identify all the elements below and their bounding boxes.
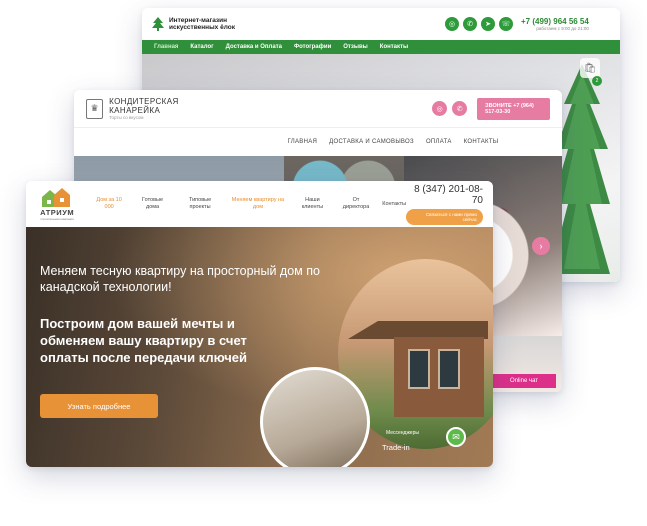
- tree-icon: [152, 17, 164, 31]
- cake-logo-icon[interactable]: ♛: [86, 98, 104, 119]
- atrium-nav-projects[interactable]: Типовые проекты: [179, 197, 221, 211]
- cake-nav: ГЛАВНАЯ ДОСТАВКА И САМОВЫВОЗ ОПЛАТА КОНТ…: [74, 128, 562, 156]
- trees-nav-home[interactable]: Главная: [154, 44, 178, 50]
- cake-nav-home[interactable]: ГЛАВНАЯ: [288, 139, 318, 145]
- instagram-icon[interactable]: ◎: [432, 101, 448, 116]
- atrium-logo[interactable]: АТРИУМ строительная компания: [36, 187, 78, 221]
- atrium-logo-sub: строительная компания: [40, 217, 74, 221]
- atrium-site-screenshot: АТРИУМ строительная компания Дом за 10 0…: [26, 181, 493, 467]
- tradein-label: Trade-in: [382, 443, 410, 452]
- atrium-nav-clients[interactable]: Наши клиенты: [295, 197, 330, 211]
- whatsapp-icon[interactable]: ✆: [452, 101, 468, 116]
- atrium-nav-director[interactable]: От директора: [340, 197, 372, 211]
- house-window: [408, 349, 430, 389]
- cake-header: ♛ КОНДИТЕРСКАЯ КАНАРЕЙКА Торты со вкусом…: [74, 90, 562, 128]
- online-chat-button[interactable]: Online чат: [492, 374, 556, 388]
- atrium-nav-exchange[interactable]: Меняем квартиру на дом: [231, 197, 285, 211]
- interior-photo: [260, 367, 370, 467]
- house-window: [438, 349, 460, 389]
- trees-hours: работаем с 9:00 до 21:00: [536, 26, 589, 31]
- trees-nav-catalog[interactable]: Каталог: [190, 44, 213, 50]
- atrium-nav-ready-houses[interactable]: Готовые дома: [136, 197, 169, 211]
- hero-subheadline: Построим дом вашей мечты и обменяем вашу…: [40, 316, 248, 365]
- cart-count-badge: 2: [592, 76, 602, 86]
- cake-subtitle: Торты со вкусом: [109, 115, 144, 120]
- call-button[interactable]: ЗВОНИТЕ +7 (964) 517-03-30: [477, 97, 550, 120]
- instagram-icon[interactable]: ◎: [445, 17, 459, 31]
- atrium-nav-contacts[interactable]: Контакты: [382, 201, 406, 208]
- messengers-label: Мессенджеры: [386, 430, 419, 436]
- cart-icon[interactable]: 🛍: [580, 58, 600, 78]
- learn-more-button[interactable]: Узнать подробнее: [40, 394, 158, 418]
- trees-nav: Главная Каталог Доставка и Оплата Фотогр…: [142, 40, 620, 54]
- cake-social: ◎ ✆: [432, 101, 468, 116]
- cake-nav-delivery[interactable]: ДОСТАВКА И САМОВЫВОЗ: [329, 139, 414, 145]
- atrium-nav-house-10000[interactable]: Дом за 10 000: [92, 197, 126, 211]
- cake-nav-payment[interactable]: ОПЛАТА: [426, 139, 452, 145]
- atrium-nav: Дом за 10 000 Готовые дома Типовые проек…: [92, 197, 406, 211]
- atrium-phone[interactable]: 8 (347) 201-08-70: [406, 184, 483, 206]
- whatsapp-icon[interactable]: ✆: [463, 17, 477, 31]
- viber-icon[interactable]: ☏: [499, 17, 513, 31]
- trees-logo[interactable]: Интернет-магазин искусственных ёлок: [152, 17, 249, 31]
- trees-nav-reviews[interactable]: Отзывы: [343, 44, 368, 50]
- atrium-contact: 8 (347) 201-08-70 Связаться с нами прямо…: [406, 184, 483, 225]
- cake-nav-contacts[interactable]: КОНТАКТЫ: [464, 139, 499, 145]
- telegram-icon[interactable]: ➤: [481, 17, 495, 31]
- hero-headline: Меняем тесную квартиру на просторный дом…: [40, 264, 320, 294]
- chat-icon[interactable]: ✉: [446, 427, 466, 447]
- atrium-header: АТРИУМ строительная компания Дом за 10 0…: [26, 181, 493, 227]
- trees-nav-photos[interactable]: Фотографии: [294, 44, 331, 50]
- slider-next-arrow[interactable]: ›: [532, 237, 550, 255]
- atrium-logo-name: АТРИУМ: [40, 208, 75, 217]
- trees-phone[interactable]: +7 (499) 964 56 54: [521, 17, 589, 26]
- trees-title: Интернет-магазин искусственных ёлок: [169, 17, 235, 31]
- house-logo-icon: [42, 188, 71, 207]
- cake-logo[interactable]: КОНДИТЕРСКАЯ КАНАРЕЙКА Торты со вкусом: [109, 97, 202, 120]
- atrium-hero: Меняем тесную квартиру на просторный дом…: [26, 227, 493, 467]
- trees-contact: +7 (499) 964 56 54 работаем с 9:00 до 21…: [521, 17, 589, 31]
- trees-header: Интернет-магазин искусственных ёлок ◎ ✆ …: [142, 8, 620, 40]
- trees-social: ◎ ✆ ➤ ☏: [445, 17, 513, 31]
- callback-button[interactable]: Связаться с нами прямо сейчас: [406, 208, 483, 225]
- trees-nav-contacts[interactable]: Контакты: [380, 44, 408, 50]
- cake-title: КОНДИТЕРСКАЯ КАНАРЕЙКА: [109, 97, 179, 115]
- trees-nav-delivery[interactable]: Доставка и Оплата: [226, 44, 282, 50]
